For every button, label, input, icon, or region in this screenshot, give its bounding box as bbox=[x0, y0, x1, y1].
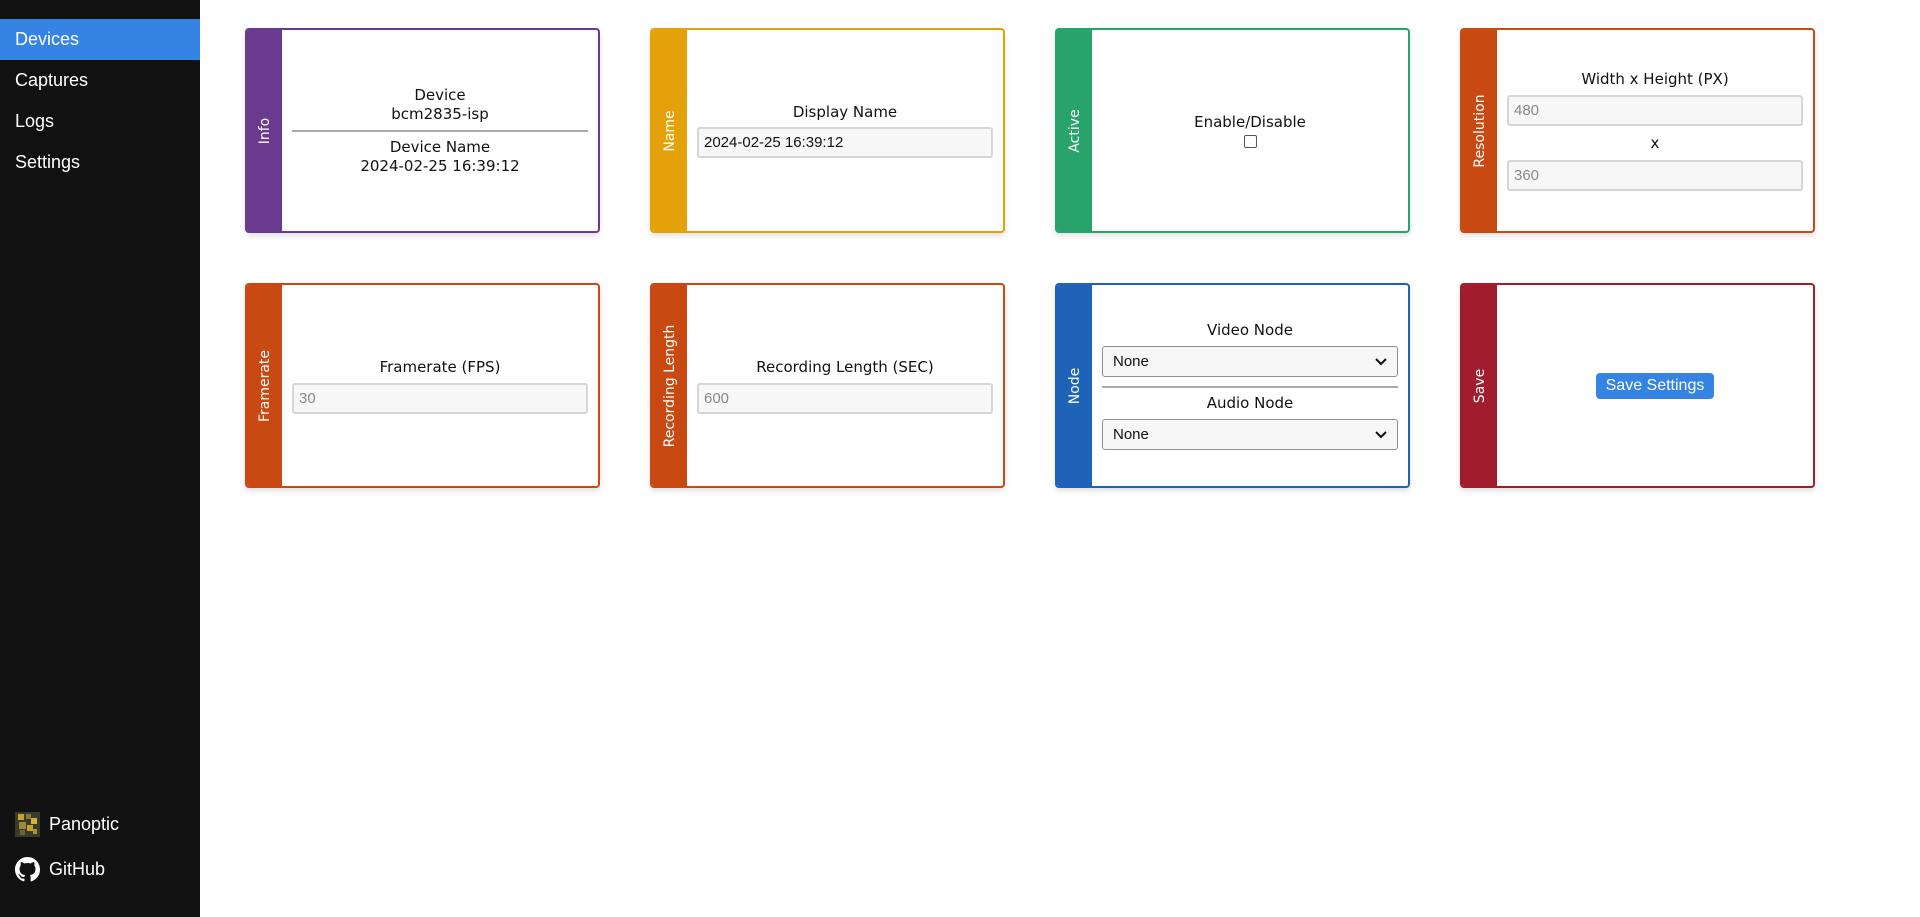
info-card-body: Device bcm2835-isp Device Name 2024-02-2… bbox=[282, 30, 598, 231]
node-tab-label: Node bbox=[1066, 367, 1083, 404]
framerate-label: Framerate (FPS) bbox=[379, 357, 501, 376]
sidebar-item-settings[interactable]: Settings bbox=[0, 142, 200, 183]
recording-length-card-body: Recording Length (SEC) 600 bbox=[687, 285, 1003, 486]
framerate-card: Framerate Framerate (FPS) 30 bbox=[245, 283, 600, 488]
recording-length-card: Recording Length Recording Length (SEC) … bbox=[650, 283, 1005, 488]
width-input[interactable]: 480 bbox=[1507, 95, 1803, 126]
framerate-tab-label: Framerate bbox=[256, 349, 273, 422]
resolution-card: Resolution Width x Height (PX) 480 x 360 bbox=[1460, 28, 1815, 233]
active-tab-label: Active bbox=[1066, 108, 1083, 153]
active-card-body: Enable/Disable bbox=[1092, 30, 1408, 231]
github-icon bbox=[15, 857, 40, 882]
save-card: Save Save Settings bbox=[1460, 283, 1815, 488]
info-tab: Info bbox=[247, 30, 282, 231]
github-link[interactable]: GitHub bbox=[0, 847, 200, 892]
sidebar-nav: Devices Captures Logs Settings bbox=[0, 0, 200, 183]
panoptic-logo-icon bbox=[15, 812, 40, 837]
panoptic-link[interactable]: Panoptic bbox=[0, 802, 200, 847]
node-card-body: Video Node None Audio Node None bbox=[1092, 285, 1408, 486]
sidebar-item-captures[interactable]: Captures bbox=[0, 60, 200, 101]
recording-length-input[interactable]: 600 bbox=[697, 382, 993, 414]
audio-node-select[interactable]: None bbox=[1102, 419, 1398, 450]
node-card: Node Video Node None Audio Node None bbox=[1055, 283, 1410, 488]
sidebar-footer: Panoptic GitHub bbox=[0, 802, 200, 892]
recording-length-label: Recording Length (SEC) bbox=[756, 357, 934, 376]
name-tab: Name bbox=[652, 30, 687, 231]
device-value: bcm2835-isp bbox=[391, 104, 489, 123]
display-name-label: Display Name bbox=[792, 103, 898, 121]
framerate-card-body: Framerate (FPS) 30 bbox=[282, 285, 598, 486]
recording-length-tab-label: Recording Length bbox=[661, 324, 678, 447]
node-tab: Node bbox=[1057, 285, 1092, 486]
video-node-label: Video Node bbox=[1207, 321, 1293, 339]
display-name-input[interactable]: 2024-02-25 16:39:12 bbox=[697, 127, 993, 158]
framerate-tab: Framerate bbox=[247, 285, 282, 486]
device-label: Device bbox=[414, 85, 466, 104]
info-tab-label: Info bbox=[256, 117, 273, 144]
framerate-input[interactable]: 30 bbox=[292, 382, 588, 414]
chevron-down-icon bbox=[1375, 430, 1387, 438]
resolution-label: Width x Height (PX) bbox=[1581, 70, 1729, 88]
active-tab: Active bbox=[1057, 30, 1092, 231]
resolution-separator: x bbox=[1650, 134, 1660, 152]
audio-node-value: None bbox=[1113, 426, 1149, 443]
sidebar: Devices Captures Logs Settings Panoptic bbox=[0, 0, 200, 917]
panoptic-label: Panoptic bbox=[49, 814, 120, 834]
height-input[interactable]: 360 bbox=[1507, 160, 1803, 191]
sidebar-item-logs[interactable]: Logs bbox=[0, 101, 200, 142]
enable-checkbox[interactable] bbox=[1243, 135, 1257, 148]
resolution-card-body: Width x Height (PX) 480 x 360 bbox=[1497, 30, 1813, 231]
video-node-value: None bbox=[1113, 353, 1149, 370]
node-divider bbox=[1102, 386, 1398, 388]
name-tab-label: Name bbox=[661, 109, 678, 152]
sidebar-item-devices[interactable]: Devices bbox=[0, 19, 200, 60]
info-card: Info Device bcm2835-isp Device Name 2024… bbox=[245, 28, 600, 233]
chevron-down-icon bbox=[1375, 357, 1387, 365]
name-card: Name Display Name 2024-02-25 16:39:12 bbox=[650, 28, 1005, 233]
active-card: Active Enable/Disable bbox=[1055, 28, 1410, 233]
save-settings-button[interactable]: Save Settings bbox=[1595, 372, 1715, 399]
save-tab: Save bbox=[1462, 285, 1497, 486]
divider bbox=[292, 129, 588, 132]
resolution-tab: Resolution bbox=[1462, 30, 1497, 231]
recording-length-tab: Recording Length bbox=[652, 285, 687, 486]
device-name-label: Device Name bbox=[389, 137, 491, 156]
github-label: GitHub bbox=[49, 859, 106, 879]
resolution-tab-label: Resolution bbox=[1471, 93, 1488, 168]
device-name-value: 2024-02-25 16:39:12 bbox=[360, 156, 520, 175]
audio-node-label: Audio Node bbox=[1206, 394, 1294, 412]
name-card-body: Display Name 2024-02-25 16:39:12 bbox=[687, 30, 1003, 231]
enable-disable-label: Enable/Disable bbox=[1194, 113, 1306, 131]
save-card-body: Save Settings bbox=[1497, 285, 1813, 486]
video-node-select[interactable]: None bbox=[1102, 346, 1398, 377]
save-tab-label: Save bbox=[1471, 368, 1488, 403]
